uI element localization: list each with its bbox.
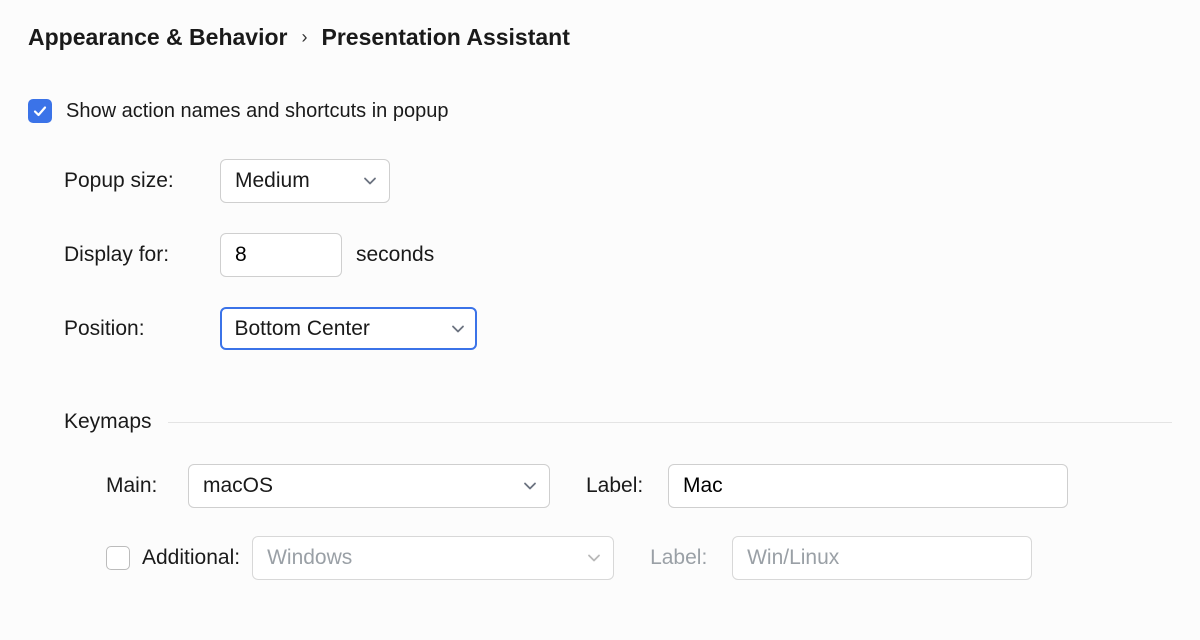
additional-label2: Label: [650,546,720,570]
breadcrumb: Appearance & Behavior › Presentation Ass… [28,24,1172,51]
breadcrumb-current: Presentation Assistant [321,24,569,51]
display-for-suffix: seconds [356,243,434,267]
main-keymap-select[interactable]: macOS [188,464,550,508]
chevron-down-icon [587,553,601,563]
additional-keymap-row: Additional: Windows Label: [106,536,1172,580]
keymaps-section-header: Keymaps [64,410,1172,434]
breadcrumb-parent[interactable]: Appearance & Behavior [28,24,287,51]
popup-size-value: Medium [235,169,310,193]
keymaps-section-title: Keymaps [64,410,152,434]
popup-size-select[interactable]: Medium [220,159,390,203]
chevron-down-icon [523,481,537,491]
additional-keymap-select[interactable]: Windows [252,536,614,580]
position-row: Position: Bottom Center [64,307,1172,350]
main-keymap-row: Main: macOS Label: [106,464,1172,508]
breadcrumb-separator: › [301,27,307,48]
popup-size-row: Popup size: Medium [64,159,1172,203]
position-label: Position: [64,317,220,341]
show-popup-label: Show action names and shortcuts in popup [66,100,448,123]
position-value: Bottom Center [235,317,370,341]
show-popup-checkbox-row[interactable]: Show action names and shortcuts in popup [28,99,1172,123]
main-label-input[interactable] [668,464,1068,508]
display-for-input[interactable] [220,233,342,277]
show-popup-checkbox[interactable] [28,99,52,123]
main-keymap-label: Main: [106,474,176,498]
section-divider [168,422,1172,423]
additional-label-input[interactable] [732,536,1032,580]
additional-keymap-value: Windows [267,546,352,570]
display-for-label: Display for: [64,243,220,267]
display-for-row: Display for: seconds [64,233,1172,277]
additional-checkbox[interactable] [106,546,130,570]
main-keymap-value: macOS [203,474,273,498]
popup-size-label: Popup size: [64,169,220,193]
chevron-down-icon [451,324,465,334]
chevron-down-icon [363,176,377,186]
main-label2: Label: [586,474,656,498]
checkmark-icon [32,103,48,119]
additional-keymap-label: Additional: [142,546,240,570]
main-label-group: Label: [586,464,1068,508]
additional-label-group: Label: [650,536,1032,580]
position-select[interactable]: Bottom Center [220,307,477,350]
